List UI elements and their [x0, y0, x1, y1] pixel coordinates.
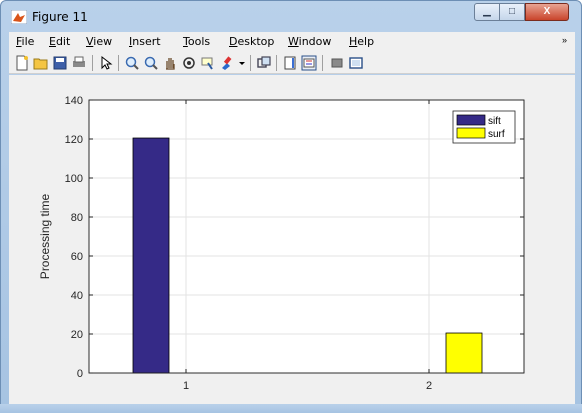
y-tick-label: 140 [65, 95, 83, 107]
y-axis-label: Processing time [38, 193, 52, 279]
toolbar [9, 52, 575, 74]
bar-sift-1 [132, 137, 170, 374]
menu-file-label: ile [21, 35, 35, 48]
data-cursor-icon[interactable] [200, 55, 216, 71]
new-figure-icon[interactable] [14, 55, 30, 71]
toolbar-separator [118, 55, 119, 71]
close-button[interactable]: X [525, 3, 569, 21]
menu-view[interactable]: View [86, 35, 112, 48]
bar-chart[interactable]: 0 20 40 60 80 100 120 140 1 2 Processing time sift s… [9, 75, 575, 405]
menu-insert[interactable]: Insert [129, 35, 161, 48]
window-bottom-border [0, 404, 582, 413]
menu-overflow-icon[interactable]: » [562, 35, 567, 45]
menu-edit-label: dit [55, 35, 71, 48]
menu-view-label: iew [93, 35, 113, 48]
y-tick-label: 80 [71, 212, 83, 224]
y-tick-label: 0 [77, 368, 83, 380]
menu-help-label: elp [357, 35, 375, 48]
y-tick-label: 40 [71, 290, 83, 302]
menu-window[interactable]: Window [288, 35, 331, 48]
brush-icon[interactable] [219, 55, 235, 71]
toolbar-separator [92, 55, 93, 71]
y-tick-label: 60 [71, 251, 83, 263]
colorbar-icon[interactable] [282, 55, 298, 71]
legend-swatch-surf [456, 127, 486, 139]
maximize-button[interactable]: □ [499, 3, 525, 21]
zoom-out-icon[interactable] [143, 55, 159, 71]
zoom-in-icon[interactable] [124, 55, 140, 71]
menu-window-label: indow [298, 35, 332, 48]
menu-desktop-label: esktop [237, 35, 275, 48]
menu-tools[interactable]: Tools [183, 35, 210, 48]
matlab-logo-icon [11, 10, 27, 24]
bar-surf-2 [445, 332, 483, 374]
menu-tools-label: ools [187, 35, 211, 48]
toolbar-separator [276, 55, 277, 71]
window-title: Figure 11 [32, 10, 88, 24]
legend-icon[interactable] [301, 55, 317, 71]
minimize-button[interactable]: ▁ [474, 3, 500, 21]
open-file-icon[interactable] [33, 55, 49, 71]
show-plot-tools-icon[interactable] [348, 55, 364, 71]
figure-window: Figure 11 ▁ □ X File Edit View Insert To… [0, 0, 582, 413]
y-tick-label: 120 [65, 134, 83, 146]
save-icon[interactable] [52, 55, 68, 71]
title-bar[interactable]: Figure 11 ▁ □ X [1, 1, 581, 31]
menu-insert-label: nsert [132, 35, 161, 48]
menu-file[interactable]: File [16, 35, 34, 48]
toolbar-separator [322, 55, 323, 71]
legend-label-surf: surf [488, 129, 505, 140]
figure-canvas: 0 20 40 60 80 100 120 140 1 2 Processing time sift s… [9, 75, 575, 405]
brush-dropdown-icon[interactable] [238, 55, 246, 71]
menu-help[interactable]: Help [349, 35, 374, 48]
hide-plot-tools-icon[interactable] [329, 55, 345, 71]
menu-desktop[interactable]: Desktop [229, 35, 274, 48]
y-tick-label: 20 [71, 329, 83, 341]
menu-edit[interactable]: Edit [49, 35, 70, 48]
link-plot-icon[interactable] [256, 55, 272, 71]
menu-bar: File Edit View Insert Tools Desktop Wind… [9, 32, 575, 52]
legend-swatch-sift [456, 114, 486, 126]
pan-icon[interactable] [162, 55, 178, 71]
legend-label-sift: sift [488, 116, 501, 127]
rotate-3d-icon[interactable] [181, 55, 197, 71]
print-icon[interactable] [71, 55, 87, 71]
y-tick-label: 100 [65, 173, 83, 185]
pointer-icon[interactable] [98, 55, 114, 71]
toolbar-separator [250, 55, 251, 71]
x-tick-label: 1 [183, 380, 189, 392]
x-tick-label: 2 [426, 380, 432, 392]
